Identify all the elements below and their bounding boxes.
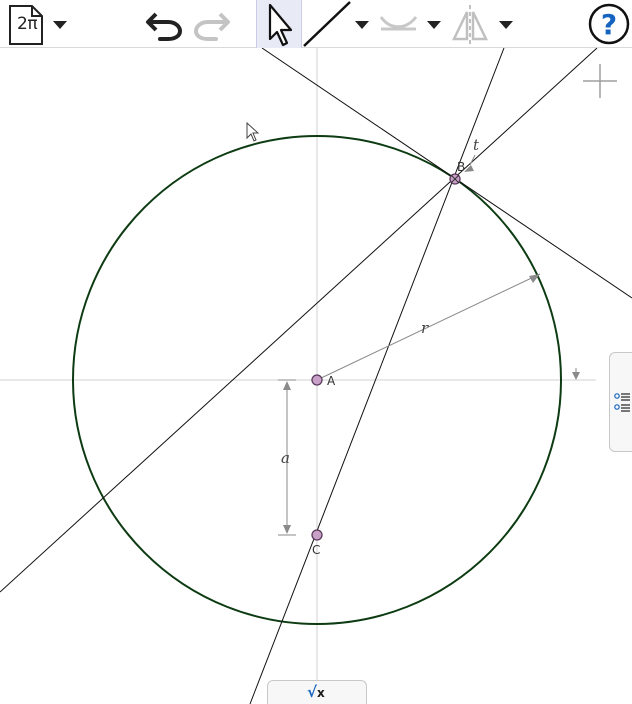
select-tool-button[interactable]: [256, 0, 302, 48]
line-through-b-and-c[interactable]: [249, 48, 505, 704]
construction-drawing: r a t A B C: [0, 48, 632, 704]
chevron-down-icon: [53, 21, 67, 29]
curve-tool-button[interactable]: [378, 0, 422, 48]
vertical-offset-marker[interactable]: [572, 368, 580, 380]
secant-line[interactable]: [0, 48, 598, 593]
arrow-cursor-icon: [268, 3, 293, 47]
line-tool-icon: [303, 1, 351, 47]
mirror-tool-button[interactable]: [450, 0, 490, 48]
redo-icon: [193, 12, 230, 41]
line-tool-button[interactable]: [302, 0, 352, 48]
construction-canvas[interactable]: r a t A B C: [0, 48, 632, 704]
sqrt-icon: √x: [307, 683, 325, 701]
line-tool-dropdown[interactable]: [352, 0, 374, 48]
tangent-marker[interactable]: [464, 154, 476, 172]
point-c-label: C: [312, 543, 320, 557]
crosshair-icon[interactable]: [583, 64, 617, 98]
point-a[interactable]: [311, 374, 323, 386]
point-b[interactable]: [449, 173, 461, 185]
chevron-down-icon: [427, 21, 441, 29]
chevron-down-icon: [499, 21, 513, 29]
geometry-app: 2π ? r a t A B C √x: [0, 0, 632, 704]
curve-tool-icon: [379, 16, 418, 31]
math-keyboard-toggle[interactable]: √x: [267, 680, 367, 704]
help-button[interactable]: ?: [586, 0, 632, 48]
point-a-label: A: [327, 374, 336, 388]
list-panel-icon: [614, 393, 630, 412]
radius-dimension[interactable]: [316, 273, 541, 381]
curve-tool-dropdown[interactable]: [424, 0, 446, 48]
file-button[interactable]: 2π: [4, 0, 44, 48]
redo-button[interactable]: [190, 0, 234, 48]
mirror-tool-dropdown[interactable]: [496, 0, 518, 48]
side-panel-toggle[interactable]: [609, 352, 632, 452]
point-c[interactable]: [311, 529, 323, 541]
radius-label: r: [421, 319, 429, 337]
undo-button[interactable]: [142, 0, 186, 48]
tangent-label: t: [473, 136, 480, 154]
file-dropdown[interactable]: [48, 0, 72, 48]
distance-label: a: [281, 449, 290, 467]
mirror-tool-icon: [452, 5, 488, 45]
file-label: 2π: [17, 14, 38, 34]
help-label: ?: [601, 8, 617, 41]
chevron-down-icon: [355, 21, 369, 29]
undo-icon: [146, 12, 183, 41]
sqrt-symbol: √: [307, 683, 318, 701]
toolbar: 2π ?: [0, 0, 632, 48]
point-b-label: B: [457, 160, 465, 174]
help-icon: ?: [588, 3, 630, 45]
mouse-pointer-icon: [246, 121, 260, 142]
sqrt-x-symbol: x: [317, 686, 325, 700]
